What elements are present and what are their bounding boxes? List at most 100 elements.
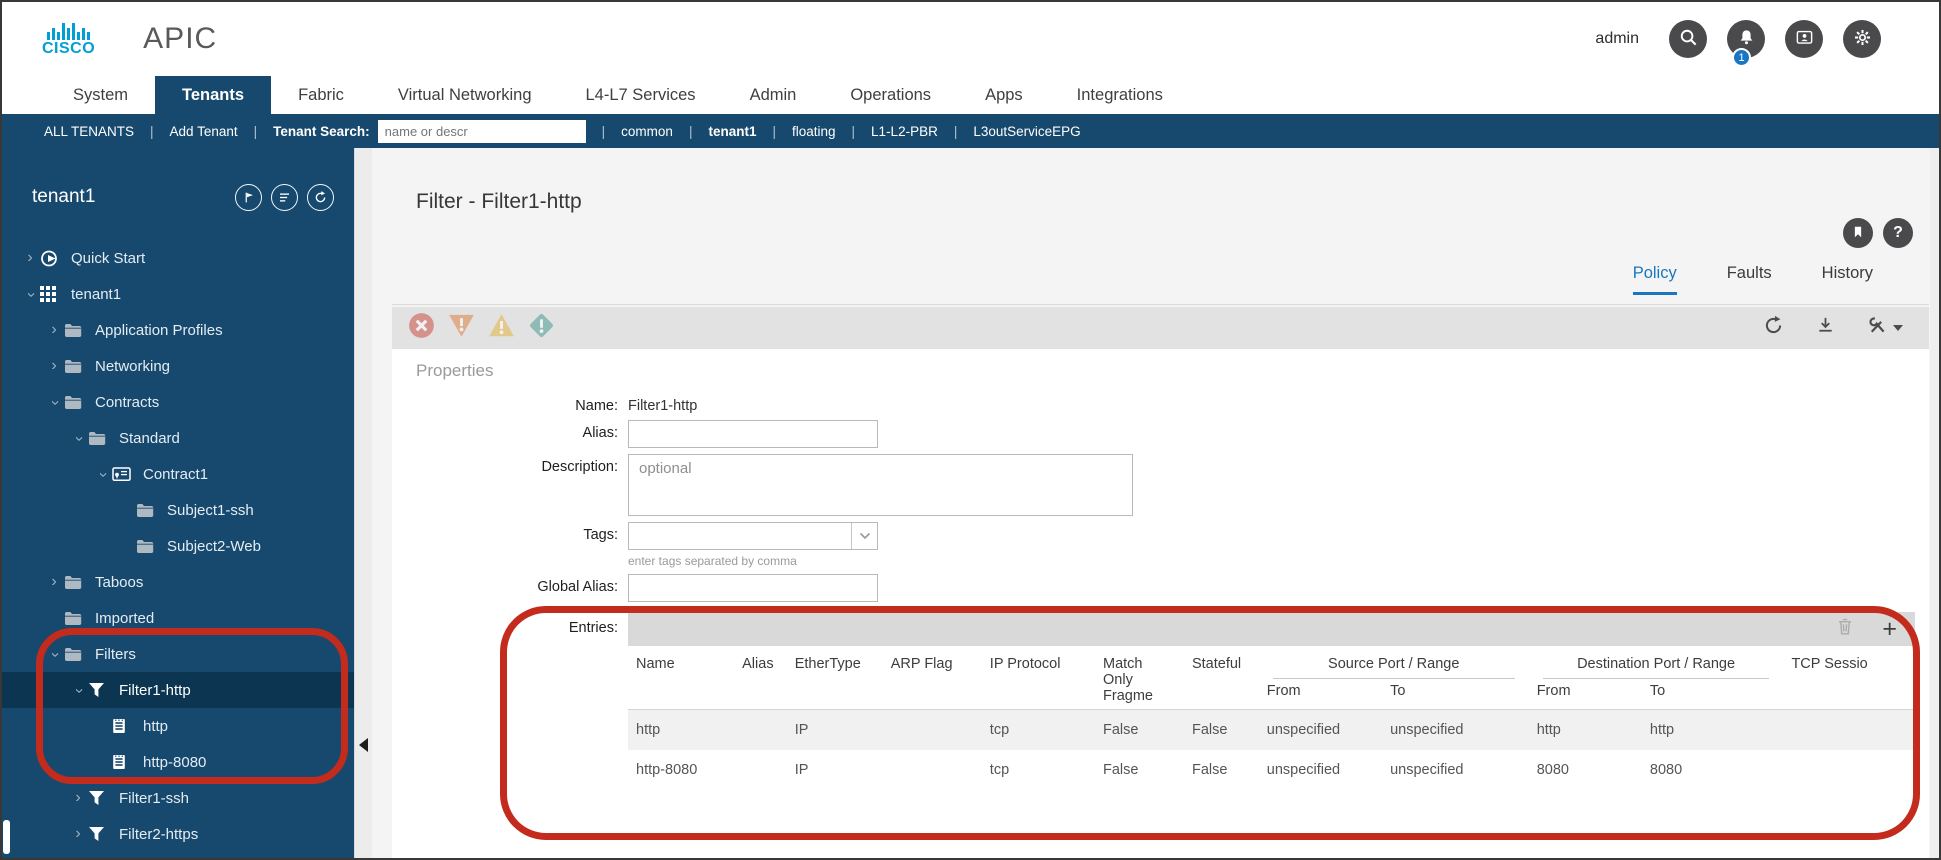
entries-row-http[interactable]: http IP tcp False False unspecified unspecifie…	[628, 709, 1915, 750]
tree-item-subject1-ssh[interactable]: Subject1-ssh	[2, 492, 354, 528]
collapse-sidebar-icon[interactable]	[359, 738, 368, 752]
tree-item-filter2-https[interactable]: › Filter2-https	[2, 816, 354, 852]
major-fault-icon[interactable]	[448, 312, 475, 344]
content-scrollbar[interactable]	[1930, 148, 1939, 858]
column-header-tcp-sessio[interactable]: TCP Sessio	[1783, 646, 1915, 710]
tree-item-http[interactable]: http	[2, 708, 354, 744]
page-tab-policy[interactable]: Policy	[1632, 264, 1677, 295]
column-header-arp-flag[interactable]: ARP Flag	[883, 646, 982, 710]
refresh-icon[interactable]	[307, 183, 334, 211]
chevron-collapsed-icon[interactable]: ›	[68, 826, 88, 842]
column-header-ip-protocol[interactable]: IP Protocol	[982, 646, 1095, 710]
page-tab-faults[interactable]: Faults	[1727, 264, 1772, 295]
add-entry-button[interactable]: +	[1882, 616, 1897, 642]
chevron-expanded-icon[interactable]: ›	[23, 285, 40, 305]
nav-tab-l4-l7-services[interactable]: L4-L7 Services	[559, 76, 723, 114]
search-button[interactable]	[1669, 20, 1707, 58]
tags-label: Tags:	[583, 527, 618, 543]
folder-icon	[136, 503, 160, 518]
entries-cell: unspecified	[1390, 722, 1464, 738]
add-tenant-link[interactable]: Add Tenant	[170, 124, 238, 139]
bookmark-button[interactable]	[1843, 218, 1873, 248]
chevron-expanded-icon[interactable]: ›	[47, 645, 64, 665]
tree-item-standard[interactable]: › Standard	[2, 420, 354, 456]
tools-menu-button[interactable]	[1867, 315, 1903, 341]
tree-item-networking[interactable]: › Networking	[2, 348, 354, 384]
tenant-link-l3outserviceepg[interactable]: L3outServiceEPG	[973, 124, 1080, 139]
tree-item-tenant1[interactable]: › tenant1	[2, 276, 354, 312]
chevron-collapsed-icon[interactable]: ›	[68, 790, 88, 806]
column-header-alias[interactable]: Alias	[734, 646, 787, 710]
tenant-link-tenant1[interactable]: tenant1	[708, 124, 756, 139]
column-subheader-to[interactable]: To	[1382, 679, 1529, 710]
column-subheader-from[interactable]: From	[1529, 679, 1642, 710]
column-header-ethertype[interactable]: EtherType	[787, 646, 883, 710]
tree-item-taboos[interactable]: › Taboos	[2, 564, 354, 600]
list-icon[interactable]	[271, 183, 298, 211]
chevron-collapsed-icon[interactable]: ›	[20, 250, 40, 266]
tenant-link-common[interactable]: common	[621, 124, 673, 139]
column-header-stateful[interactable]: Stateful	[1184, 646, 1259, 710]
delete-entry-button[interactable]	[1836, 617, 1854, 641]
entries-row-http-8080[interactable]: http-8080 IP tcp False False unspecified unspe…	[628, 750, 1915, 790]
tree-item-label: Filter1-ssh	[119, 789, 190, 807]
nav-tab-operations[interactable]: Operations	[823, 76, 958, 114]
tree-item-subject2-web[interactable]: Subject2-Web	[2, 528, 354, 564]
chevron-down-icon[interactable]	[851, 523, 877, 549]
description-input[interactable]: optional	[628, 454, 1133, 516]
nav-tab-apps[interactable]: Apps	[958, 76, 1050, 114]
contact-button[interactable]	[1785, 20, 1823, 58]
tree-item-contracts[interactable]: › Contracts	[2, 384, 354, 420]
chevron-collapsed-icon[interactable]: ›	[44, 574, 64, 590]
tree-item-application-profiles[interactable]: › Application Profiles	[2, 312, 354, 348]
tree-item-filter1-http[interactable]: › Filter1-http	[2, 672, 354, 708]
column-header-name[interactable]: Name	[628, 646, 734, 710]
column-subheader-from[interactable]: From	[1259, 679, 1382, 710]
tags-input[interactable]	[629, 523, 850, 549]
alias-input[interactable]	[628, 420, 878, 448]
tree-item-contract1[interactable]: › Contract1	[2, 456, 354, 492]
entries-cell: False	[1191, 722, 1228, 738]
chevron-expanded-icon[interactable]: ›	[71, 429, 88, 449]
nav-tab-tenants[interactable]: Tenants	[155, 76, 272, 114]
critical-fault-icon[interactable]	[408, 312, 435, 344]
chevron-collapsed-icon[interactable]: ›	[44, 322, 64, 338]
nav-tab-admin[interactable]: Admin	[723, 76, 824, 114]
flag-icon[interactable]	[235, 183, 262, 211]
tree-item-quick-start[interactable]: › Quick Start	[2, 240, 354, 276]
chevron-collapsed-icon[interactable]: ›	[44, 358, 64, 374]
tenant-search-input[interactable]	[377, 119, 586, 143]
minor-fault-icon[interactable]	[488, 312, 515, 344]
help-icon: ?	[1893, 224, 1903, 241]
tree-item-filter1-ssh[interactable]: › Filter1-ssh	[2, 780, 354, 816]
notifications-button[interactable]: 1	[1727, 20, 1765, 67]
nav-tab-system[interactable]: System	[46, 76, 155, 114]
cisco-logo-icon	[47, 21, 91, 40]
nav-tab-integrations[interactable]: Integrations	[1050, 76, 1190, 114]
nav-tab-virtual-networking[interactable]: Virtual Networking	[371, 76, 559, 114]
chevron-expanded-icon[interactable]: ›	[95, 465, 112, 485]
column-subheader-to[interactable]: To	[1642, 679, 1784, 710]
download-icon[interactable]	[1816, 316, 1835, 340]
nav-tab-fabric[interactable]: Fabric	[271, 76, 371, 114]
sidebar-splitter[interactable]	[354, 148, 372, 858]
tree-item-http-8080[interactable]: http-8080	[2, 744, 354, 780]
help-button[interactable]: ?	[1883, 218, 1913, 248]
separator: |	[851, 123, 856, 139]
column-header-match-only-fragme[interactable]: Match Only Fragme	[1095, 646, 1184, 710]
description-row: Description: optional	[416, 454, 1929, 516]
chevron-expanded-icon[interactable]: ›	[47, 393, 64, 413]
all-tenants-link[interactable]: ALL TENANTS	[44, 124, 134, 139]
page-tab-history[interactable]: History	[1822, 264, 1873, 295]
tree-item-filters[interactable]: › Filters	[2, 636, 354, 672]
sidebar-scrollbar-thumb[interactable]	[3, 820, 10, 854]
global-alias-input[interactable]	[628, 574, 878, 602]
settings-button[interactable]	[1843, 20, 1881, 58]
tree-item-imported[interactable]: Imported	[2, 600, 354, 636]
warning-fault-icon[interactable]	[528, 312, 555, 344]
refresh-icon[interactable]	[1763, 315, 1784, 341]
chevron-expanded-icon[interactable]: ›	[71, 681, 88, 701]
tenant-link-floating[interactable]: floating	[792, 124, 836, 139]
tenant-icon	[40, 286, 64, 302]
tenant-link-l1-l2-pbr[interactable]: L1-L2-PBR	[871, 124, 938, 139]
